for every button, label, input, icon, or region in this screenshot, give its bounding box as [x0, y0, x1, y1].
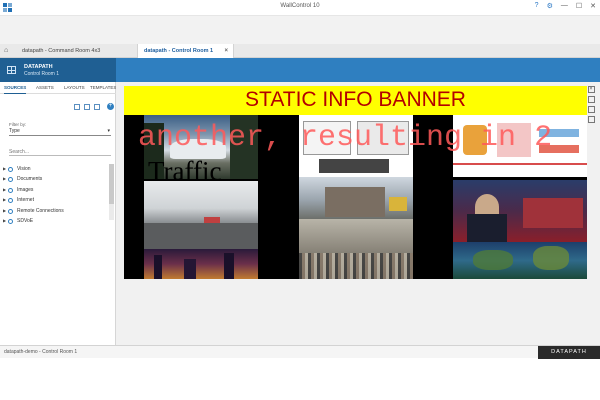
source-group-vision[interactable]: ▶ Vision	[3, 164, 109, 174]
source-group-sdvoe[interactable]: ▶ SDVoE	[3, 216, 109, 226]
sidebar-scrollbar[interactable]	[109, 164, 114, 220]
source-group-internet[interactable]: ▶ Internet	[3, 195, 109, 205]
filter-select[interactable]: Type ▾	[9, 128, 111, 136]
source-group-label: Documents	[17, 176, 43, 183]
wall-canvas: STATIC INFO BANNER another, resulting in…	[116, 82, 600, 345]
wallcontrol-app: WallControl 10 ? ⚙ — ☐ ✕ ⌂ datapath - Co…	[0, 0, 600, 359]
window-title: WallControl 10	[280, 3, 320, 9]
settings-gear-icon[interactable]: ⚙	[547, 2, 553, 10]
expand-icon[interactable]	[587, 106, 595, 113]
sources-sidebar: SOURCES ASSETS LAYOUTS TEMPLATES + Filte…	[0, 82, 116, 345]
source-group-documents[interactable]: ▶ Documents	[3, 174, 109, 184]
source-group-label: Vision	[17, 166, 31, 172]
tab-label: datapath - Command Room 4x3	[22, 48, 101, 54]
room-header: DATAPATH Control Room 1	[0, 58, 116, 82]
status-bar: datapath-demo - Control Room 1 DATAPATH	[0, 345, 600, 359]
tab-control-room[interactable]: datapath - Control Room 1 ×	[138, 44, 234, 58]
grid-view-icon[interactable]	[74, 104, 80, 110]
window-icon[interactable]	[587, 116, 595, 123]
wall-toolbar: ×	[585, 86, 597, 123]
expand-arrow-icon[interactable]: ▶	[3, 174, 6, 184]
expand-arrow-icon[interactable]: ▶	[3, 216, 6, 226]
title-bar: WallControl 10 ? ⚙ — ☐ ✕	[0, 0, 600, 16]
scrolling-ticker-text: another, resulting in 2	[138, 121, 553, 155]
expand-arrow-icon[interactable]: ▶	[3, 206, 6, 216]
sidebar-toolbar	[74, 104, 100, 110]
copy-icon[interactable]	[94, 104, 100, 110]
source-icon	[8, 177, 13, 183]
tab-command-room[interactable]: datapath - Command Room 4x3	[16, 44, 138, 58]
chevron-down-icon: ▾	[107, 128, 110, 134]
tab-sources[interactable]: SOURCES	[4, 85, 27, 94]
map-feed-window[interactable]	[453, 242, 587, 279]
scrollbar-thumb[interactable]	[109, 164, 114, 204]
window-controls: ? ⚙ — ☐ ✕	[535, 2, 596, 10]
source-group-label: Remote Connections	[17, 207, 64, 214]
station-feed-window[interactable]	[299, 177, 413, 219]
city-night-feed-window[interactable]	[144, 249, 258, 279]
source-group-label: Internet	[17, 197, 34, 204]
layout-icon[interactable]	[587, 96, 595, 103]
traffic-label: Traffic	[148, 156, 222, 186]
close-icon[interactable]: ×	[587, 86, 595, 93]
header-bar	[116, 58, 600, 82]
static-info-banner[interactable]: STATIC INFO BANNER	[124, 86, 587, 115]
crowd-feed-window[interactable]	[299, 219, 413, 279]
source-icon	[8, 167, 13, 172]
room-name: Control Room 1	[24, 71, 60, 77]
filter-value: Type	[9, 128, 20, 134]
maximize-button[interactable]: ☐	[576, 2, 582, 10]
tab-assets[interactable]: ASSETS	[36, 85, 54, 90]
status-text: datapath-demo - Control Room 1	[4, 349, 78, 355]
expand-arrow-icon[interactable]: ▶	[3, 195, 6, 205]
list-view-icon[interactable]	[84, 104, 90, 110]
traffic-feed-window[interactable]	[144, 181, 258, 249]
source-icon	[8, 187, 13, 193]
tab-close-icon[interactable]: ×	[224, 44, 228, 58]
close-button[interactable]: ✕	[590, 2, 596, 10]
video-wall[interactable]: STATIC INFO BANNER another, resulting in…	[124, 86, 587, 279]
expand-arrow-icon[interactable]: ▶	[3, 164, 6, 174]
brand-name: DATAPATH	[24, 64, 53, 70]
sidebar-tabs: SOURCES ASSETS LAYOUTS TEMPLATES	[0, 82, 116, 94]
source-icon	[8, 208, 13, 214]
source-list: ▶ Vision ▶ Documents ▶ Images ▶ Internet…	[3, 164, 109, 226]
source-group-label: SDVoE	[17, 217, 34, 224]
add-source-button[interactable]: +	[107, 103, 114, 110]
source-icon	[8, 218, 13, 224]
help-icon[interactable]: ?	[535, 2, 539, 10]
source-group-remote[interactable]: ▶ Remote Connections	[3, 206, 109, 216]
tab-strip: ⌂ datapath - Command Room 4x3 datapath -…	[0, 44, 600, 58]
source-icon	[8, 198, 13, 204]
expand-arrow-icon[interactable]: ▶	[3, 185, 6, 195]
tab-layouts[interactable]: LAYOUTS	[64, 85, 85, 90]
search-input[interactable]	[9, 148, 111, 156]
tab-templates[interactable]: TEMPLATES	[90, 85, 116, 90]
minimize-button[interactable]: —	[561, 2, 568, 10]
datapath-logo: DATAPATH	[538, 346, 600, 359]
tab-label: datapath - Control Room 1	[144, 48, 214, 54]
filter-label: Filter by:	[9, 122, 27, 127]
source-group-label: Images	[17, 186, 34, 193]
video-wall-icon	[7, 66, 16, 74]
home-icon[interactable]: ⌂	[4, 47, 12, 55]
banner-text: STATIC INFO BANNER	[245, 88, 466, 111]
source-group-images[interactable]: ▶ Images	[3, 185, 109, 195]
news-feed-window[interactable]	[453, 180, 587, 242]
